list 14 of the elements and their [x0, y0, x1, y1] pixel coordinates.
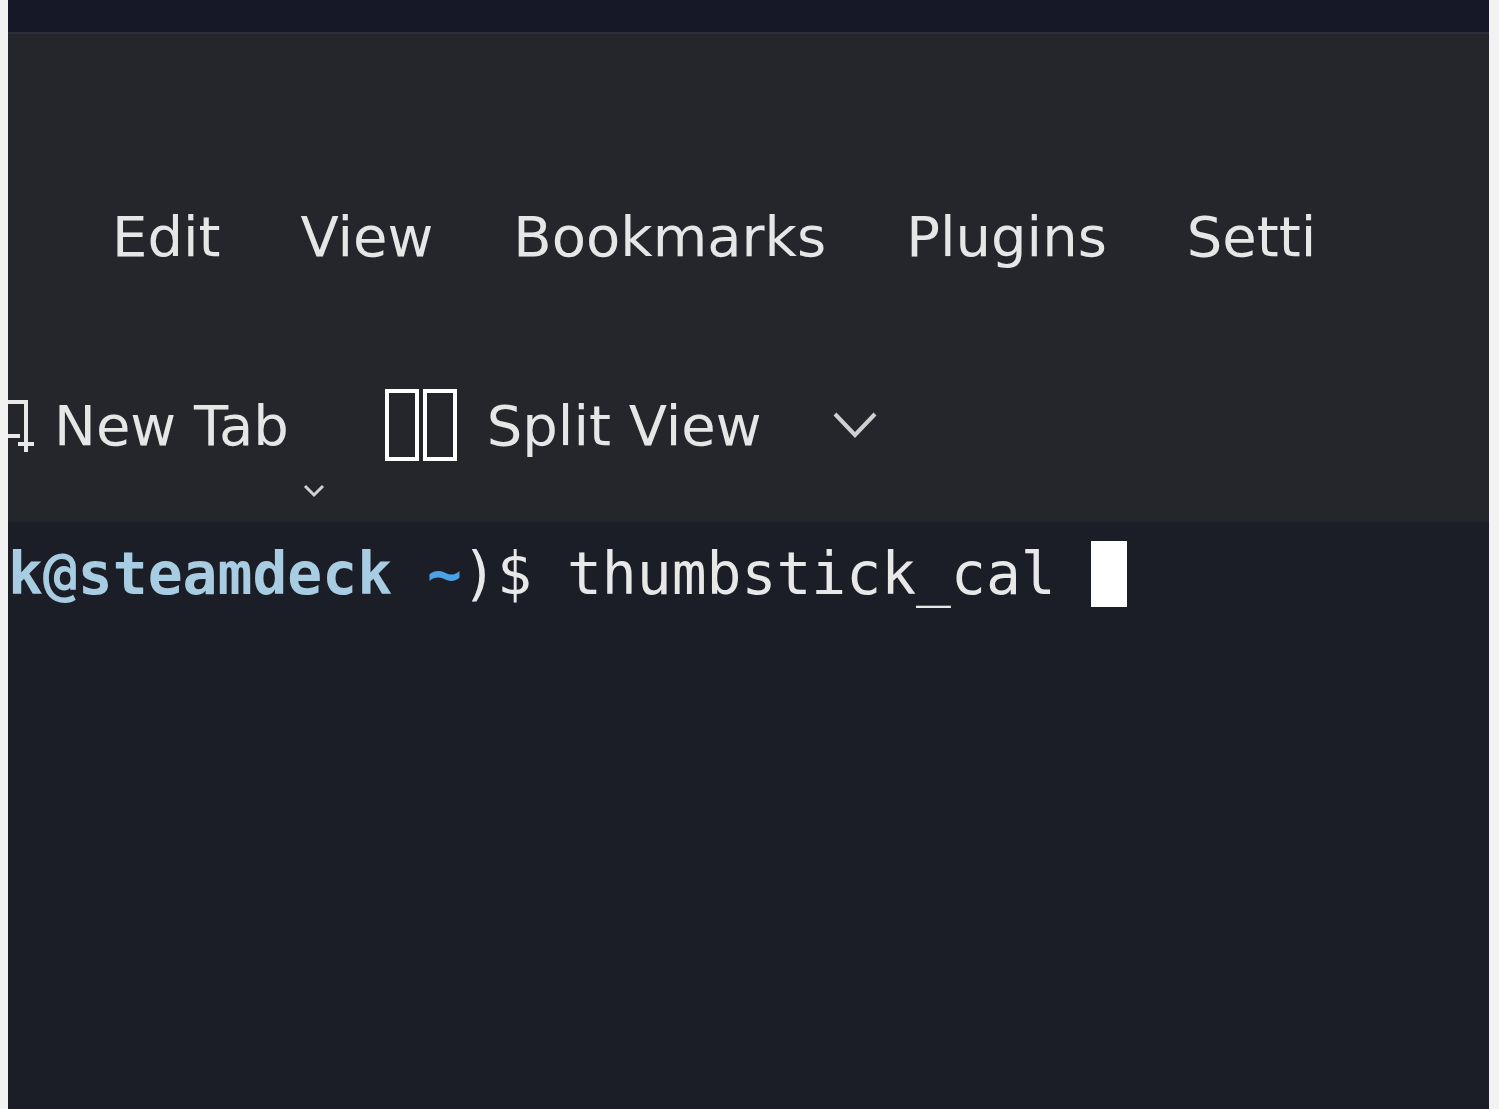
new-tab-button[interactable]: New Tab	[8, 392, 325, 458]
caret-icon	[302, 483, 325, 498]
prompt-user-host: k@steamdeck	[8, 540, 393, 608]
menu-item[interactable]: Setti	[1186, 203, 1317, 269]
menu-item[interactable]: Edit	[112, 203, 221, 269]
prompt-symbol: )$	[462, 540, 532, 608]
menu-item[interactable]: Plugins	[906, 203, 1107, 269]
menu-item[interactable]: Bookmarks	[513, 203, 827, 269]
menu-item[interactable]: View	[300, 203, 434, 269]
split-view-button[interactable]: Split View	[384, 389, 878, 461]
prompt-path: ~	[427, 540, 463, 608]
split-view-icon	[384, 389, 457, 461]
command-text: thumbstick_cal	[566, 540, 1056, 608]
caret-icon	[831, 411, 878, 439]
